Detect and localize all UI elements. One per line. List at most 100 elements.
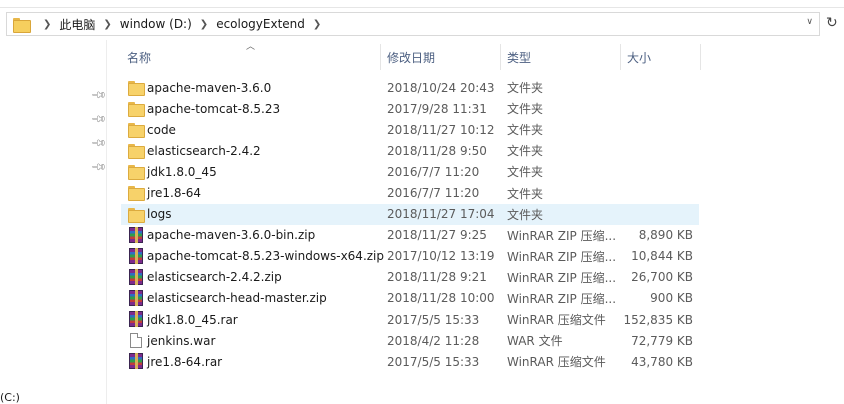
file-type: WinRAR ZIP 压缩... bbox=[507, 270, 617, 285]
file-row[interactable]: jdk1.8.0_45.rar 2017/5/5 15:33 WinRAR 压缩文件… bbox=[121, 309, 699, 330]
nav-item-drive-c[interactable]: (C:) bbox=[0, 391, 20, 404]
file-row[interactable]: logs 2018/11/27 17:04 文件夹 bbox=[121, 203, 699, 225]
file-name: jdk1.8.0_45 bbox=[147, 164, 217, 179]
folder-icon bbox=[128, 143, 145, 160]
file-row[interactable]: apache-maven-3.6.0 2018/10/24 20:43 文件夹 bbox=[121, 77, 699, 98]
file-type: WinRAR 压缩文件 bbox=[507, 313, 606, 328]
folder-icon bbox=[13, 17, 31, 33]
pin-icon[interactable]: 📌︎ bbox=[90, 111, 107, 128]
pin-icon[interactable]: 📌︎ bbox=[90, 159, 107, 176]
breadcrumb-this-pc[interactable]: 此电脑 bbox=[59, 16, 95, 33]
folder-icon bbox=[128, 207, 145, 223]
file-name: apache-maven-3.6.0 bbox=[147, 80, 272, 95]
file-row[interactable]: elasticsearch-2.4.2.zip 2018/11/28 9:21 Wi… bbox=[121, 267, 699, 288]
file-row[interactable]: apache-maven-3.6.0-bin.zip 2018/11/27 9:2… bbox=[121, 225, 699, 246]
file-size: 10,844 KB bbox=[631, 249, 693, 264]
file-type: WinRAR 压缩文件 bbox=[507, 355, 606, 370]
file-name: elasticsearch-2.4.2.zip bbox=[147, 270, 282, 285]
file-type: WinRAR ZIP 压缩... bbox=[507, 291, 617, 306]
file-date: 2016/7/7 11:20 bbox=[387, 186, 480, 201]
file-size: 72,779 KB bbox=[631, 333, 693, 348]
file-date: 2018/11/28 10:00 bbox=[387, 291, 495, 306]
breadcrumb-ecologyextend[interactable]: ecologyExtend bbox=[216, 17, 305, 31]
winrar-archive-icon bbox=[129, 289, 143, 306]
address-bar[interactable]: ❯ 此电脑 ❯ window (D:) ❯ ecologyExtend ❯ ∨ bbox=[6, 12, 820, 36]
file-row[interactable]: jre1.8-64 2016/7/7 11:20 文件夹 bbox=[121, 182, 699, 203]
chevron-right-icon[interactable]: ❯ bbox=[103, 19, 111, 30]
column-header-size-label: 大小 bbox=[627, 50, 652, 65]
file-row[interactable]: jdk1.8.0_45 2016/7/7 11:20 文件夹 bbox=[121, 161, 699, 182]
refresh-icon[interactable]: ↻ bbox=[826, 15, 838, 31]
file-type: 文件夹 bbox=[507, 165, 544, 180]
winrar-archive-icon bbox=[129, 268, 143, 285]
file-date: 2018/11/28 9:21 bbox=[387, 270, 487, 285]
chevron-right-icon[interactable]: ❯ bbox=[200, 19, 208, 30]
file-date: 2016/7/7 11:20 bbox=[387, 164, 480, 179]
pin-icon[interactable]: 📌︎ bbox=[90, 87, 107, 104]
folder-icon bbox=[128, 164, 145, 181]
file-row[interactable]: apache-tomcat-8.5.23 2017/9/28 11:31 文件夹 bbox=[121, 98, 699, 119]
file-size: 26,700 KB bbox=[631, 270, 693, 285]
file-name: jdk1.8.0_45.rar bbox=[147, 312, 238, 327]
file-date: 2017/5/5 15:33 bbox=[387, 312, 480, 327]
file-row[interactable]: jre1.8-64.rar 2017/5/5 15:33 WinRAR 压缩文件 43… bbox=[121, 351, 699, 372]
file-name: apache-maven-3.6.0-bin.zip bbox=[147, 228, 316, 243]
file-name: jenkins.war bbox=[147, 333, 216, 348]
file-type: WinRAR ZIP 压缩... bbox=[507, 249, 617, 264]
file-name: apache-tomcat-8.5.23 bbox=[147, 101, 281, 116]
file-date: 2017/9/28 11:31 bbox=[387, 101, 487, 116]
file-size: 900 KB bbox=[650, 291, 693, 306]
column-header-type[interactable]: 类型 bbox=[501, 44, 621, 70]
file-date: 2017/10/12 13:19 bbox=[387, 249, 495, 264]
column-header-date-label: 修改日期 bbox=[387, 50, 436, 65]
file-date: 2018/4/2 11:28 bbox=[387, 333, 480, 348]
file-name: jre1.8-64.rar bbox=[147, 354, 223, 369]
file-name: elasticsearch-head-master.zip bbox=[147, 291, 327, 306]
file-size: 43,780 KB bbox=[631, 354, 693, 369]
breadcrumb-drive-d[interactable]: window (D:) bbox=[120, 17, 192, 31]
file-date: 2017/5/5 15:33 bbox=[387, 354, 480, 369]
file-type: 文件夹 bbox=[507, 81, 544, 96]
file-name: jre1.8-64 bbox=[147, 186, 202, 201]
folder-icon bbox=[128, 122, 145, 139]
file-name: elasticsearch-2.4.2 bbox=[147, 143, 261, 158]
winrar-archive-icon bbox=[129, 353, 143, 370]
file-row[interactable]: apache-tomcat-8.5.23-windows-x64.zip 2017… bbox=[121, 246, 699, 267]
folder-icon bbox=[128, 101, 145, 118]
file-row[interactable]: elasticsearch-2.4.2 2018/11/28 9:50 文件夹 bbox=[121, 140, 699, 161]
column-header-name[interactable]: 名称 bbox=[121, 44, 381, 70]
column-header-size[interactable]: 大小 bbox=[621, 44, 701, 70]
chevron-down-icon[interactable]: ∨ bbox=[806, 17, 813, 27]
file-type: 文件夹 bbox=[507, 123, 544, 138]
pin-icon[interactable]: 📌︎ bbox=[90, 135, 107, 152]
column-header-name-label: 名称 bbox=[127, 50, 152, 65]
winrar-archive-icon bbox=[129, 226, 143, 243]
winrar-archive-icon bbox=[129, 247, 143, 264]
navigation-pane[interactable]: 📌︎ 📌︎ 📌︎ 📌︎ bbox=[0, 40, 107, 404]
file-date: 2018/11/27 9:25 bbox=[387, 228, 487, 243]
file-row[interactable]: jenkins.war 2018/4/2 11:28 WAR 文件 72,779 KB bbox=[121, 330, 699, 351]
column-header-type-label: 类型 bbox=[507, 50, 532, 65]
chevron-right-icon[interactable]: ❯ bbox=[313, 19, 321, 30]
folder-icon bbox=[128, 185, 145, 202]
file-icon bbox=[130, 333, 142, 349]
file-date: 2018/10/24 20:43 bbox=[387, 80, 495, 95]
column-header-date[interactable]: 修改日期 bbox=[381, 44, 501, 70]
file-row[interactable]: elasticsearch-head-master.zip 2018/11/28 … bbox=[121, 288, 699, 309]
file-list[interactable]: apache-maven-3.6.0 2018/10/24 20:43 文件夹 ap… bbox=[121, 77, 699, 372]
file-size: 152,835 KB bbox=[623, 312, 693, 327]
folder-icon bbox=[128, 80, 145, 96]
chevron-right-icon[interactable]: ❯ bbox=[43, 19, 51, 30]
file-type: 文件夹 bbox=[507, 186, 544, 201]
winrar-archive-icon bbox=[129, 311, 143, 328]
file-type: 文件夹 bbox=[507, 144, 544, 159]
file-name: logs bbox=[147, 207, 172, 222]
ribbon-strip bbox=[0, 0, 844, 8]
file-date: 2018/11/27 17:04 bbox=[387, 207, 495, 222]
file-date: 2018/11/28 9:50 bbox=[387, 143, 487, 158]
file-name: apache-tomcat-8.5.23-windows-x64.zip bbox=[147, 249, 385, 264]
file-row[interactable]: code 2018/11/27 10:12 文件夹 bbox=[121, 119, 699, 140]
file-type: 文件夹 bbox=[507, 207, 544, 222]
file-name: code bbox=[147, 122, 176, 137]
file-size: 8,890 KB bbox=[638, 228, 693, 243]
